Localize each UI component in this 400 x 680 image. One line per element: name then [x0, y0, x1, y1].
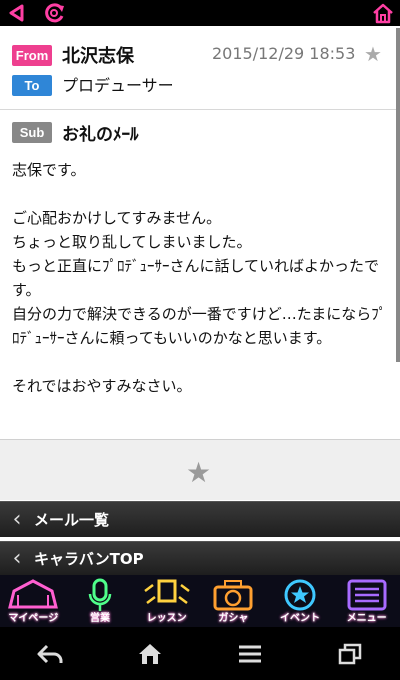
menu-gacha[interactable]: ガシャ: [200, 575, 267, 627]
recipient-name: プロデューサー: [62, 76, 174, 95]
home-icon[interactable]: [368, 0, 398, 26]
menu-sales-label: 営業: [90, 613, 110, 624]
chevron-left-icon: ‹: [12, 507, 22, 532]
game-menu-bar: マイページ 営業 レッスン ガシャ イベント メニュー: [0, 575, 400, 627]
menu-mypage-label: マイページ: [8, 613, 59, 624]
mail-subject: お礼のﾒｰﾙ: [62, 125, 139, 145]
menu-lesson[interactable]: レッスン: [133, 575, 200, 627]
back-triangle-icon[interactable]: [4, 0, 30, 26]
chevron-left-icon: ‹: [12, 546, 22, 571]
scrollbar[interactable]: [396, 28, 400, 362]
reload-icon[interactable]: [40, 0, 70, 26]
menu-menu-label: メニュー: [346, 613, 387, 624]
menu-sales[interactable]: 営業: [67, 575, 134, 627]
menu-event[interactable]: イベント: [267, 575, 334, 627]
favorite-star-icon[interactable]: ★: [364, 42, 382, 66]
menu-menu[interactable]: メニュー: [333, 575, 400, 627]
sender-name: 北沢志保: [62, 46, 134, 67]
to-badge: To: [12, 75, 52, 96]
menu-lines-icon[interactable]: [220, 634, 280, 674]
nav-caravan-top-label: キャラバンTOP: [34, 550, 144, 568]
menu-event-label: イベント: [280, 613, 321, 624]
subject-badge: Sub: [12, 122, 52, 143]
large-star-icon[interactable]: ★: [186, 456, 211, 489]
mail-body: 志保です。 ご心配おかけしてすみません。 ちょっと取り乱してしまいました。 もっ…: [12, 161, 387, 395]
nav-caravan-top[interactable]: ‹ キャラバンTOP: [0, 541, 400, 575]
home-icon[interactable]: [120, 634, 180, 674]
back-arrow-icon[interactable]: [20, 634, 80, 674]
mail-header: From 北沢志保 2015/12/29 18:53 ★ To プロデューサー: [0, 26, 400, 110]
menu-gacha-label: ガシャ: [218, 613, 249, 624]
subject-row: Sub お礼のﾒｰﾙ: [0, 110, 400, 154]
nav-mail-list[interactable]: ‹ メール一覧: [0, 501, 400, 537]
system-nav-bar: [0, 627, 400, 680]
menu-lesson-label: レッスン: [146, 613, 187, 624]
top-bar: [0, 0, 400, 26]
mail-datetime: 2015/12/29 18:53: [212, 44, 356, 63]
menu-mypage[interactable]: マイページ: [0, 575, 67, 627]
from-badge: From: [12, 45, 52, 66]
nav-mail-list-label: メール一覧: [34, 511, 110, 529]
recent-apps-icon[interactable]: [320, 634, 380, 674]
